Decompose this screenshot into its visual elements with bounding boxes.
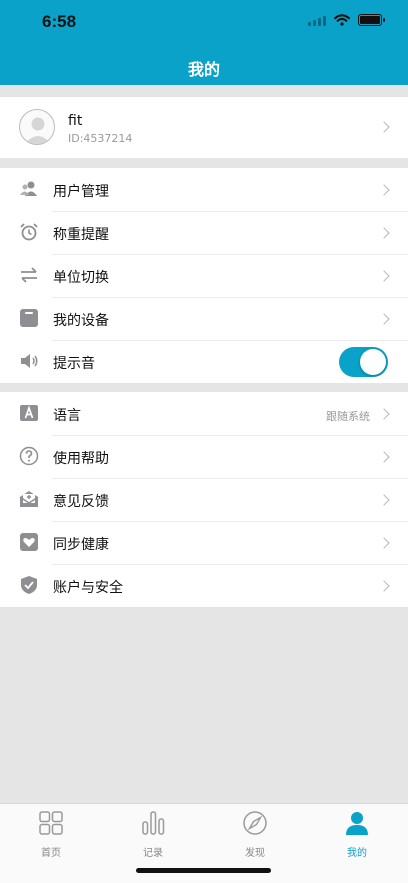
menu-item-label: 账户与安全 xyxy=(53,580,123,596)
menu-item-unit-switch[interactable]: 单位切换 xyxy=(0,254,408,297)
tab-label: 我的 xyxy=(347,848,367,859)
menu-item-user-management[interactable]: 用户管理 xyxy=(0,168,408,211)
top-bar: 6:58 我的 xyxy=(0,0,408,85)
menu-item-label: 我的设备 xyxy=(53,313,109,329)
menu-item-sync-health[interactable]: 同步健康 xyxy=(0,521,408,564)
menu-item-label: 提示音 xyxy=(53,356,95,372)
menu-item-label: 用户管理 xyxy=(53,184,109,200)
page-title: 我的 xyxy=(187,60,220,79)
menu-item-label: 使用帮助 xyxy=(53,451,109,467)
profile-id: ID:4537214 xyxy=(68,132,133,145)
menu-item-label: 意见反馈 xyxy=(53,494,109,510)
chevron-right-icon xyxy=(378,580,390,592)
chevron-right-icon xyxy=(378,227,390,239)
status-icons xyxy=(308,14,385,26)
tab-label: 首页 xyxy=(41,848,61,859)
tab-label: 发现 xyxy=(245,848,265,859)
health-heart-icon xyxy=(20,533,38,551)
avatar[interactable] xyxy=(19,109,55,145)
speaker-icon xyxy=(21,354,38,368)
battery-icon xyxy=(358,14,385,26)
tab-label: 记录 xyxy=(143,848,163,859)
shield-check-icon xyxy=(21,576,37,594)
menu-item-help[interactable]: 使用帮助 xyxy=(0,435,408,478)
bar-chart-icon xyxy=(142,811,165,835)
profile-card[interactable]: fit ID:4537214 xyxy=(0,97,408,158)
grid-home-icon xyxy=(39,811,63,835)
chevron-right-icon xyxy=(378,313,390,325)
chevron-right-icon xyxy=(378,537,390,549)
menu-item-sound: 提示音 xyxy=(0,340,408,383)
menu-item-label: 语言 xyxy=(53,408,81,424)
help-icon xyxy=(19,446,39,466)
status-time: 6:58 xyxy=(42,12,77,31)
toggle-knob xyxy=(360,349,386,375)
chevron-right-icon xyxy=(378,494,390,506)
profile-name: fit xyxy=(68,113,83,129)
tab-records[interactable]: 记录 xyxy=(102,810,204,859)
tab-mine[interactable]: 我的 xyxy=(306,810,408,859)
device-icon xyxy=(20,309,38,327)
cellular-signal-icon xyxy=(308,15,326,26)
menu-item-label: 同步健康 xyxy=(53,537,109,553)
sound-toggle[interactable] xyxy=(339,347,388,377)
chevron-right-icon xyxy=(378,270,390,282)
language-value: 跟随系统 xyxy=(326,410,370,423)
menu-item-account-security[interactable]: 账户与安全 xyxy=(0,564,408,607)
menu-item-my-devices[interactable]: 我的设备 xyxy=(0,297,408,340)
tab-discover[interactable]: 发现 xyxy=(204,810,306,859)
alarm-clock-icon xyxy=(20,223,38,241)
wifi-icon xyxy=(334,14,350,26)
person-icon xyxy=(346,812,368,835)
swap-arrows-icon xyxy=(21,267,37,283)
feedback-mail-icon xyxy=(19,491,39,507)
menu-item-weigh-reminder[interactable]: 称重提醒 xyxy=(0,211,408,254)
menu-item-feedback[interactable]: 意见反馈 xyxy=(0,478,408,521)
chevron-right-icon xyxy=(378,184,390,196)
chevron-right-icon xyxy=(378,121,390,133)
menu-item-language[interactable]: 语言 跟随系统 xyxy=(0,392,408,435)
menu-item-label: 单位切换 xyxy=(53,270,109,286)
tab-home[interactable]: 首页 xyxy=(0,810,102,859)
chevron-right-icon xyxy=(378,408,390,420)
menu-item-label: 称重提醒 xyxy=(53,227,109,243)
settings-section-2: 语言 跟随系统 使用帮助 意见反馈 同步健康 账户与安全 xyxy=(0,392,408,607)
home-indicator xyxy=(136,868,271,873)
settings-section-1: 用户管理 称重提醒 单位切换 我的设备 提示音 xyxy=(0,168,408,383)
compass-icon xyxy=(243,811,267,835)
chevron-right-icon xyxy=(378,451,390,463)
avatar-placeholder-icon xyxy=(25,117,51,144)
users-icon xyxy=(20,181,37,196)
language-icon xyxy=(20,405,38,421)
